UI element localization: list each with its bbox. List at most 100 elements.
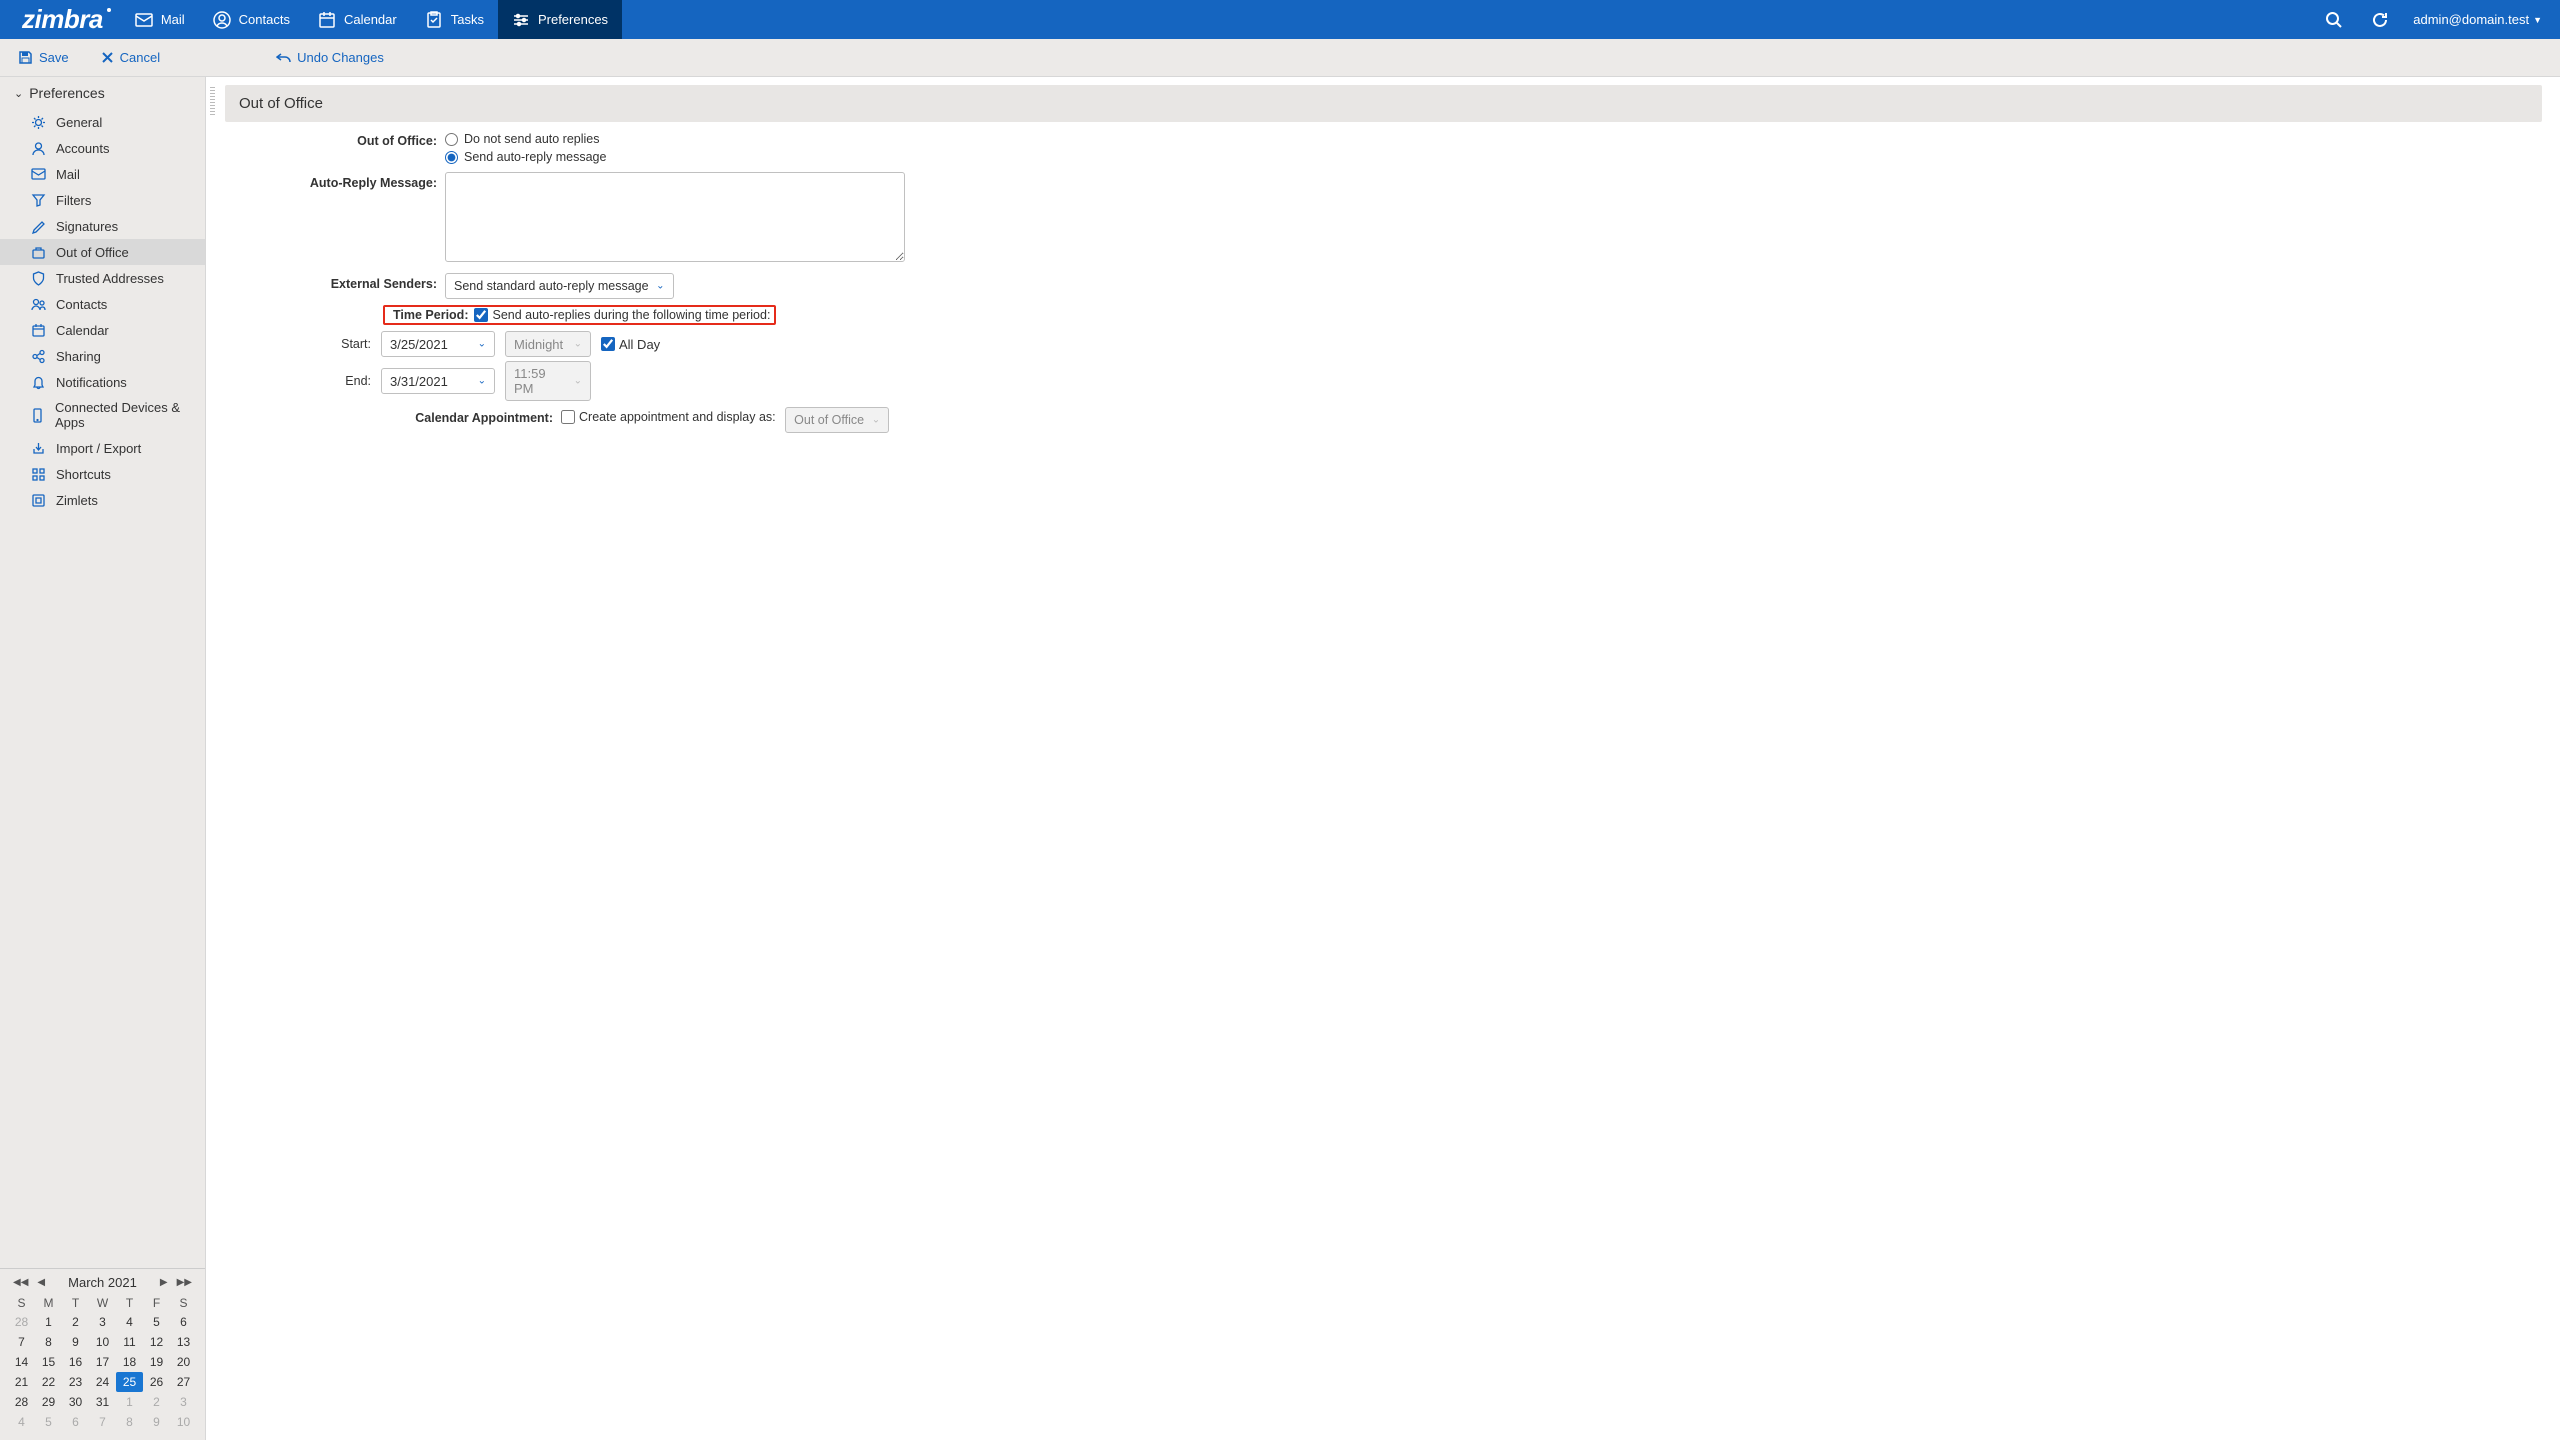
minical-title[interactable]: March 2021 — [68, 1275, 137, 1290]
cal-prev-year[interactable]: ◀◀ — [10, 1277, 31, 1288]
minical-day[interactable]: 19 — [143, 1352, 170, 1372]
cal-next-month[interactable]: ▶ — [157, 1277, 171, 1288]
minical-day[interactable]: 2 — [143, 1392, 170, 1412]
minical-day[interactable]: 14 — [8, 1352, 35, 1372]
search-button[interactable] — [2311, 11, 2357, 29]
minical-day[interactable]: 29 — [35, 1392, 62, 1412]
label-out-of-office: Out of Office: — [225, 130, 445, 152]
sidebar-header-label: Preferences — [29, 85, 104, 101]
minical-day[interactable]: 10 — [89, 1332, 116, 1352]
minical-day[interactable]: 30 — [62, 1392, 89, 1412]
minical-day[interactable]: 5 — [35, 1412, 62, 1432]
save-button[interactable]: Save — [18, 50, 69, 65]
minical-day[interactable]: 17 — [89, 1352, 116, 1372]
auto-reply-textarea[interactable] — [445, 172, 905, 262]
close-icon — [101, 51, 114, 64]
minical-day[interactable]: 18 — [116, 1352, 143, 1372]
nav-contacts[interactable]: Contacts — [199, 0, 304, 39]
sidebar-item-general[interactable]: General — [0, 109, 205, 135]
nav-calendar[interactable]: Calendar — [304, 0, 411, 39]
refresh-button[interactable] — [2357, 11, 2403, 29]
sidebar-icon — [30, 296, 46, 312]
all-day-checkbox[interactable]: All Day — [601, 337, 660, 352]
nav-mail[interactable]: Mail — [121, 0, 199, 39]
sidebar-item-connected-devices-apps[interactable]: Connected Devices & Apps — [0, 395, 205, 435]
end-time-select[interactable]: 11:59 PM ⌄ — [505, 361, 591, 401]
start-time-select[interactable]: Midnight ⌄ — [505, 331, 591, 357]
minical-day[interactable]: 25 — [116, 1372, 143, 1392]
label-external-senders: External Senders: — [225, 273, 445, 295]
sidebar-item-zimlets[interactable]: Zimlets — [0, 487, 205, 513]
minical-day[interactable]: 27 — [170, 1372, 197, 1392]
nav-label: Preferences — [538, 12, 608, 27]
chevron-down-icon: ⌄ — [656, 281, 664, 292]
minical-day[interactable]: 7 — [89, 1412, 116, 1432]
radio-do-not-send[interactable]: Do not send auto replies — [445, 130, 1405, 148]
sidebar-item-contacts[interactable]: Contacts — [0, 291, 205, 317]
minical-day[interactable]: 16 — [62, 1352, 89, 1372]
sidebar-item-calendar[interactable]: Calendar — [0, 317, 205, 343]
sidebar-item-filters[interactable]: Filters — [0, 187, 205, 213]
minical-day[interactable]: 11 — [116, 1332, 143, 1352]
minical-day[interactable]: 3 — [89, 1312, 116, 1332]
create-appointment-checkbox[interactable]: Create appointment and display as: — [561, 410, 776, 424]
minical-day[interactable]: 28 — [8, 1392, 35, 1412]
minical-day[interactable]: 28 — [8, 1312, 35, 1332]
sidebar-item-label: Mail — [56, 167, 80, 182]
label-start: Start: — [333, 337, 371, 351]
minical-day[interactable]: 1 — [116, 1392, 143, 1412]
minical-day[interactable]: 6 — [170, 1312, 197, 1332]
start-date-select[interactable]: 3/25/2021 ⌄ — [381, 331, 495, 357]
cal-prev-month[interactable]: ◀ — [34, 1277, 48, 1288]
minical-day[interactable]: 12 — [143, 1332, 170, 1352]
minical-day[interactable]: 24 — [89, 1372, 116, 1392]
minical-day[interactable]: 8 — [35, 1332, 62, 1352]
sidebar-header[interactable]: ⌄ Preferences — [0, 77, 205, 109]
sidebar-item-signatures[interactable]: Signatures — [0, 213, 205, 239]
minical-day[interactable]: 22 — [35, 1372, 62, 1392]
minical-day[interactable]: 31 — [89, 1392, 116, 1412]
sidebar-item-shortcuts[interactable]: Shortcuts — [0, 461, 205, 487]
radio-send-auto-reply[interactable]: Send auto-reply message — [445, 148, 1405, 166]
minical-day[interactable]: 4 — [8, 1412, 35, 1432]
cancel-button[interactable]: Cancel — [101, 50, 160, 65]
minical-day[interactable]: 26 — [143, 1372, 170, 1392]
minical-day[interactable]: 21 — [8, 1372, 35, 1392]
minical-day[interactable]: 2 — [62, 1312, 89, 1332]
undo-button[interactable]: Undo Changes — [276, 50, 384, 65]
external-senders-select[interactable]: Send standard auto-reply message ⌄ — [445, 273, 674, 299]
sidebar-item-mail[interactable]: Mail — [0, 161, 205, 187]
nav-preferences[interactable]: Preferences — [498, 0, 622, 39]
nav-tasks[interactable]: Tasks — [411, 0, 498, 39]
minical-day[interactable]: 7 — [8, 1332, 35, 1352]
minical-day[interactable]: 1 — [35, 1312, 62, 1332]
sidebar-icon — [30, 322, 46, 338]
minical-day[interactable]: 3 — [170, 1392, 197, 1412]
minical-day[interactable]: 9 — [62, 1332, 89, 1352]
sidebar-item-trusted-addresses[interactable]: Trusted Addresses — [0, 265, 205, 291]
sidebar-item-sharing[interactable]: Sharing — [0, 343, 205, 369]
radio-label: Send auto-reply message — [464, 150, 606, 164]
cal-next-year[interactable]: ▶▶ — [174, 1277, 195, 1288]
sidebar-item-accounts[interactable]: Accounts — [0, 135, 205, 161]
sidebar-icon — [30, 440, 46, 456]
end-date-select[interactable]: 3/31/2021 ⌄ — [381, 368, 495, 394]
minical-day[interactable]: 13 — [170, 1332, 197, 1352]
user-menu[interactable]: admin@domain.test ▼ — [2403, 12, 2560, 27]
minical-day[interactable]: 10 — [170, 1412, 197, 1432]
minical-day[interactable]: 6 — [62, 1412, 89, 1432]
minical-day[interactable]: 4 — [116, 1312, 143, 1332]
minical-day[interactable]: 23 — [62, 1372, 89, 1392]
drag-handle[interactable] — [210, 87, 215, 115]
minical-day[interactable]: 20 — [170, 1352, 197, 1372]
display-as-select[interactable]: Out of Office ⌄ — [785, 407, 889, 433]
sidebar-item-notifications[interactable]: Notifications — [0, 369, 205, 395]
minical-day[interactable]: 15 — [35, 1352, 62, 1372]
time-period-checkbox[interactable]: Send auto-replies during the following t… — [474, 308, 770, 322]
minical-dow: T — [116, 1294, 143, 1312]
sidebar-item-import-export[interactable]: Import / Export — [0, 435, 205, 461]
minical-day[interactable]: 8 — [116, 1412, 143, 1432]
minical-day[interactable]: 5 — [143, 1312, 170, 1332]
minical-day[interactable]: 9 — [143, 1412, 170, 1432]
sidebar-item-out-of-office[interactable]: Out of Office — [0, 239, 205, 265]
